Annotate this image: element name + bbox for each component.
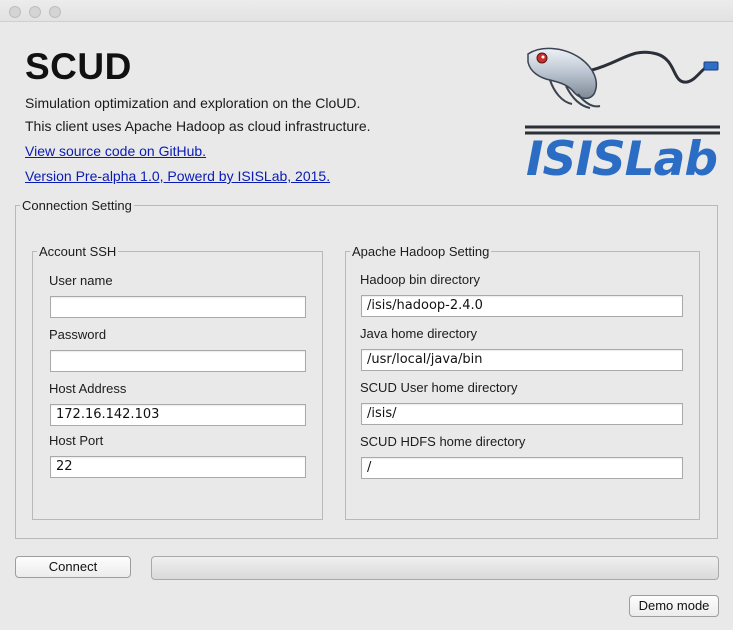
close-window-button[interactable] <box>9 6 21 18</box>
minimize-window-button[interactable] <box>29 6 41 18</box>
description-line-1: Simulation optimization and exploration … <box>25 95 361 111</box>
scud-user-home-label: SCUD User home directory <box>360 380 518 395</box>
host-address-field[interactable]: 172.16.142.103 <box>50 404 306 426</box>
github-link[interactable]: View source code on GitHub. <box>25 142 206 160</box>
title-bar <box>0 0 733 22</box>
demo-mode-button[interactable]: Demo mode <box>629 595 719 617</box>
hadoop-setting-label: Apache Hadoop Setting <box>350 244 492 260</box>
username-field[interactable] <box>50 296 306 318</box>
app-title: SCUD <box>25 46 132 87</box>
connection-progress-bar <box>151 556 719 580</box>
version-link[interactable]: Version Pre-alpha 1.0, Powerd by ISISLab… <box>25 167 330 185</box>
host-address-label: Host Address <box>49 381 127 396</box>
isislab-wordmark: ISISLab <box>526 132 718 187</box>
java-home-field[interactable]: /usr/local/java/bin <box>361 349 683 371</box>
scud-user-home-field[interactable]: /isis/ <box>361 403 683 425</box>
account-ssh-label: Account SSH <box>37 244 119 260</box>
host-port-field[interactable]: 22 <box>50 456 306 478</box>
scud-hdfs-home-label: SCUD HDFS home directory <box>360 434 526 449</box>
maximize-window-button[interactable] <box>49 6 61 18</box>
password-label: Password <box>49 327 107 342</box>
scud-hdfs-home-field[interactable]: / <box>361 457 683 479</box>
connect-button[interactable]: Connect <box>15 556 131 578</box>
password-field[interactable] <box>50 350 306 372</box>
java-home-label: Java home directory <box>360 326 478 341</box>
hadoop-bin-field[interactable]: /isis/hadoop-2.4.0 <box>361 295 683 317</box>
host-port-label: Host Port <box>49 433 104 448</box>
connection-setting-label: Connection Setting <box>20 198 134 214</box>
hadoop-bin-label: Hadoop bin directory <box>360 272 480 287</box>
username-label: User name <box>49 273 113 288</box>
app-window: SCUD Simulation optimization and explora… <box>0 0 733 630</box>
description-line-2: This client uses Apache Hadoop as cloud … <box>25 118 371 134</box>
